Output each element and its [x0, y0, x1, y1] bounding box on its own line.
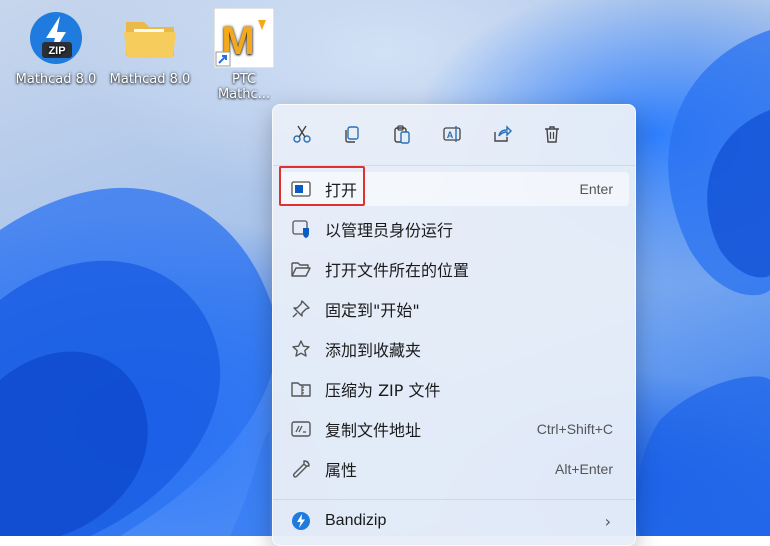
copy-icon[interactable]	[339, 121, 365, 147]
desktop-icon-folder[interactable]: Mathcad 8.0	[104, 8, 196, 87]
chevron-right-icon: ›	[604, 511, 611, 531]
menu-item-label: 属性	[325, 461, 358, 480]
folder-icon	[120, 8, 180, 68]
menu-item-label: Bandizip	[325, 512, 387, 529]
menu-item-shortcut: Ctrl+Shift+C	[536, 421, 613, 437]
share-icon[interactable]	[489, 121, 515, 147]
pin-icon	[291, 299, 311, 319]
desktop-icon-zip[interactable]: ZIP Mathcad 8.0	[10, 8, 102, 87]
bandizip-icon	[291, 511, 311, 531]
zip-folder-icon	[291, 379, 311, 399]
cut-icon[interactable]	[289, 121, 315, 147]
menu-item-label: 固定到"开始"	[325, 301, 420, 320]
menu-item-label: 压缩为 ZIP 文件	[325, 381, 441, 400]
desktop-icon-label-line2: Mathc...	[217, 87, 271, 102]
context-menu-toolbar: A	[273, 105, 635, 165]
delete-icon[interactable]	[539, 121, 565, 147]
menu-divider	[273, 499, 635, 500]
folder-open-icon	[291, 259, 311, 279]
menu-item-run-as-admin[interactable]: 以管理员身份运行	[279, 212, 629, 246]
menu-item-shortcut: Alt+Enter	[555, 461, 613, 477]
menu-item-label: 打开文件所在的位置	[325, 261, 470, 280]
wrench-icon	[291, 459, 311, 479]
menu-item-bandizip[interactable]: Bandizip ›	[279, 504, 629, 538]
menu-item-compress-zip[interactable]: 压缩为 ZIP 文件	[279, 372, 629, 406]
menu-item-copy-path[interactable]: 复制文件地址 Ctrl+Shift+C	[279, 412, 629, 446]
star-icon	[291, 339, 311, 359]
paste-icon[interactable]	[389, 121, 415, 147]
desktop-icon-label-line1: PTC	[231, 72, 257, 87]
menu-item-label: 以管理员身份运行	[325, 221, 454, 240]
menu-item-pin-to-start[interactable]: 固定到"开始"	[279, 292, 629, 326]
menu-item-add-to-favorites[interactable]: 添加到收藏夹	[279, 332, 629, 366]
svg-text:A: A	[447, 130, 454, 140]
menu-item-label: 添加到收藏夹	[325, 341, 422, 360]
menu-item-label: 复制文件地址	[325, 421, 422, 440]
zip-archive-icon: ZIP	[26, 8, 86, 68]
copy-path-icon	[291, 419, 311, 439]
desktop-icon-label: Mathcad 8.0	[15, 72, 97, 87]
desktop-icon-label: Mathcad 8.0	[109, 72, 191, 87]
menu-item-properties[interactable]: 属性 Alt+Enter	[279, 452, 629, 486]
svg-text:ZIP: ZIP	[48, 45, 65, 57]
ptc-mathcad-shortcut-icon: M	[213, 7, 275, 69]
admin-shield-icon	[291, 219, 311, 239]
menu-item-open-file-location[interactable]: 打开文件所在的位置	[279, 252, 629, 286]
open-item-highlight-box	[279, 166, 365, 206]
menu-item-shortcut: Enter	[579, 181, 613, 197]
rename-icon[interactable]: A	[439, 121, 465, 147]
desktop-icon-ptc-mathcad[interactable]: M PTC Mathc...	[198, 7, 290, 102]
